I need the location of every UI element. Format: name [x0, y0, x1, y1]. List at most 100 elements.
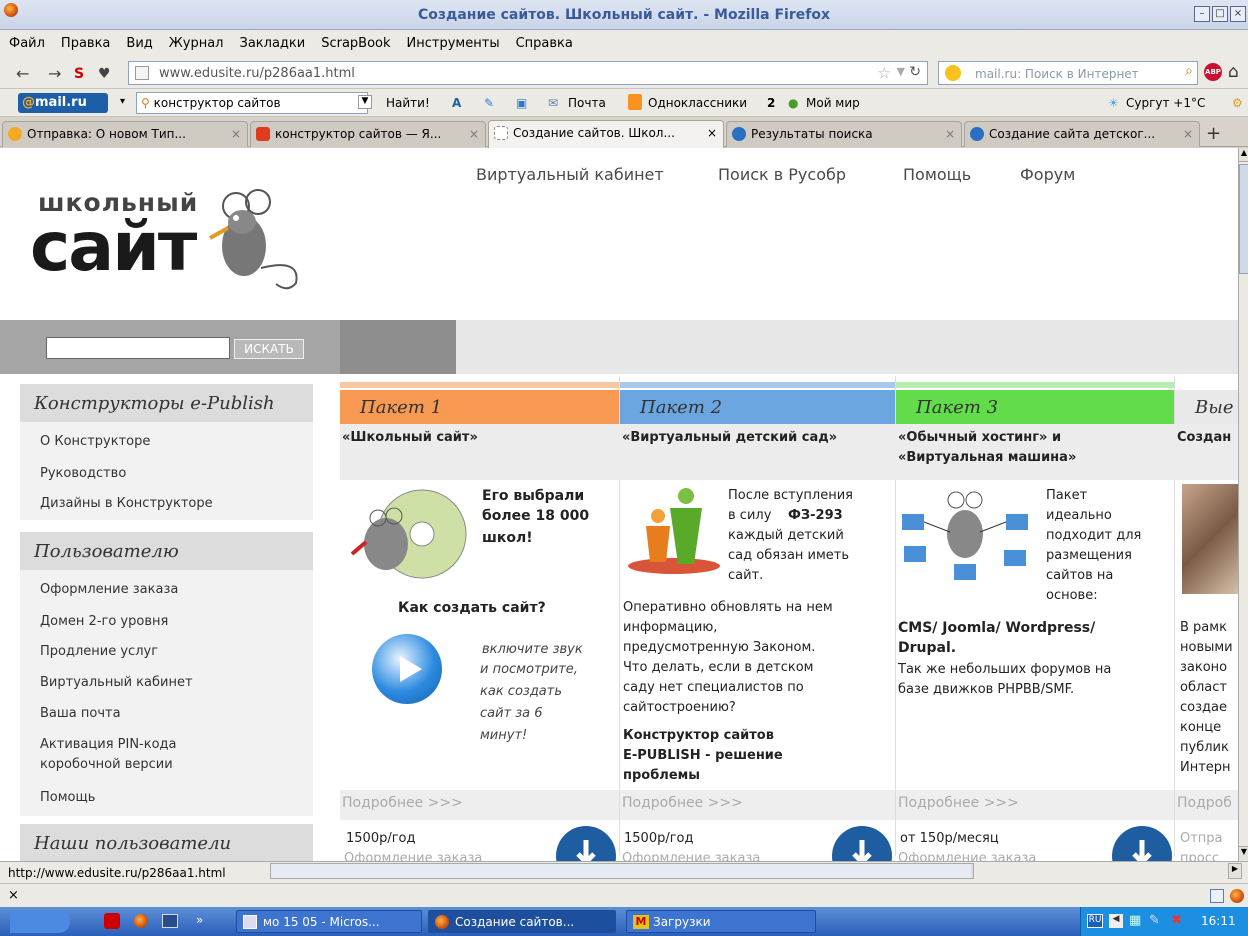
menu-tools[interactable]: Инструменты: [398, 30, 507, 51]
odnoklassniki-link[interactable]: Одноклассники: [648, 96, 747, 110]
sidebar-item-guide[interactable]: Руководство: [40, 466, 126, 481]
close-addon-bar-icon[interactable]: ×: [8, 888, 19, 903]
menu-bookmarks[interactable]: Закладки: [231, 30, 313, 51]
pkg1-order-link[interactable]: Оформление заказа: [344, 851, 482, 861]
addon-icon[interactable]: ♥: [98, 66, 111, 82]
forward-arrow-icon[interactable]: →: [48, 64, 61, 83]
tray-arrow-icon[interactable]: ◀: [1109, 914, 1123, 928]
nav-virtual-cabinet[interactable]: Виртуальный кабинет: [476, 165, 664, 184]
sidebar-item-about[interactable]: О Конструкторе: [40, 434, 150, 449]
back-arrow-icon[interactable]: ←: [16, 64, 29, 83]
vertical-scrollbar[interactable]: ▲ ▼: [1238, 148, 1248, 861]
sidebar-item-order[interactable]: Оформление заказа: [40, 582, 178, 597]
pkg2-order-link[interactable]: Оформление заказа: [622, 851, 760, 861]
pkg3-download-button[interactable]: [1112, 826, 1172, 861]
sidebar-item-designs[interactable]: Дизайны в Конструкторе: [40, 496, 213, 511]
tab-otpravka[interactable]: Отправка: О новом Тип... ×: [2, 121, 248, 147]
mailru-dropdown-icon[interactable]: ▾: [120, 96, 125, 107]
sidebar-item-domain[interactable]: Домен 2-го уровня: [40, 614, 168, 629]
tools-icon[interactable]: ✎: [1149, 913, 1160, 928]
search-icon[interactable]: ⌕: [1185, 63, 1193, 79]
mailru-mail-link[interactable]: Почта: [568, 96, 606, 110]
close-tab-icon[interactable]: ×: [469, 127, 479, 141]
search-engine-icon[interactable]: [945, 65, 961, 81]
nav-forum[interactable]: Форум: [1020, 165, 1075, 184]
menu-history[interactable]: Журнал: [160, 30, 231, 51]
pkg4-more-link[interactable]: Подроб: [1175, 790, 1238, 820]
desktop-icon[interactable]: [162, 914, 178, 928]
close-tab-icon[interactable]: ×: [707, 126, 717, 140]
video-play-button[interactable]: [372, 634, 442, 704]
close-button[interactable]: ×: [1230, 6, 1246, 22]
firefox-quicklaunch-icon[interactable]: [134, 914, 148, 928]
scroll-thumb[interactable]: [1239, 164, 1248, 274]
reload-icon[interactable]: ↻: [909, 64, 921, 80]
home-icon[interactable]: ⌂: [1228, 62, 1239, 82]
language-indicator[interactable]: RU: [1087, 914, 1103, 928]
close-tab-icon[interactable]: ×: [231, 127, 241, 141]
sidebar-item-mail[interactable]: Ваша почта: [40, 706, 121, 721]
highlight-icon[interactable]: ✎: [484, 96, 494, 110]
scroll-right-arrow-icon[interactable]: ▶: [1228, 863, 1242, 879]
addon-icon[interactable]: [1210, 889, 1224, 903]
menu-edit[interactable]: Правка: [52, 30, 117, 51]
nav-help[interactable]: Помощь: [903, 165, 971, 184]
bookmark-star-icon[interactable]: ☆: [878, 64, 891, 82]
tab-yandex[interactable]: конструктор сайтов — Я... ×: [250, 121, 486, 147]
taskbar-downloads[interactable]: M Загрузки: [626, 910, 816, 933]
tab-search-results[interactable]: Результаты поиска ×: [726, 121, 962, 147]
taskbar-word[interactable]: мо 15 05 - Micros...: [236, 910, 422, 933]
menu-file[interactable]: Файл: [0, 30, 52, 51]
pkg3-order-link[interactable]: Оформление заказа: [898, 851, 1036, 861]
start-button[interactable]: [10, 911, 70, 933]
zoom-icon[interactable]: ▣: [516, 96, 527, 110]
menu-scrapbook[interactable]: ScrapBook: [312, 30, 397, 51]
site-search-input[interactable]: [46, 337, 230, 359]
url-bar[interactable]: www.edusite.ru/p286aa1.html ☆ ▼ ↻: [128, 61, 928, 85]
sidebar-item-pin[interactable]: Активация PIN-кода: [40, 737, 177, 752]
weather-text[interactable]: Сургут +1°C: [1126, 96, 1205, 110]
close-tab-icon[interactable]: ×: [1183, 127, 1193, 141]
maximize-button[interactable]: □: [1212, 6, 1228, 22]
sidebar-item-pin-line2[interactable]: коробочной версии: [40, 757, 173, 772]
scroll-down-arrow-icon[interactable]: ▼: [1239, 846, 1248, 860]
network-icon[interactable]: ▦: [1129, 913, 1141, 928]
opera-icon[interactable]: [104, 913, 120, 929]
moimir-link[interactable]: Мой мир: [806, 96, 860, 110]
sidebar-item-help[interactable]: Помощь: [40, 790, 95, 805]
mailru-logo[interactable]: @mail.ru: [18, 93, 108, 113]
close-tab-icon[interactable]: ×: [945, 127, 955, 141]
pkg2-download-button[interactable]: [832, 826, 892, 861]
site-search-button[interactable]: ИСКАТЬ: [234, 339, 304, 359]
scrapbook-icon[interactable]: S: [74, 66, 84, 82]
new-tab-plus-icon[interactable]: +: [1206, 123, 1221, 144]
mailru-find-button[interactable]: Найти!: [386, 96, 430, 110]
sidebar-item-renewal[interactable]: Продление услуг: [40, 644, 158, 659]
menu-help[interactable]: Справка: [507, 30, 580, 51]
nav-home[interactable]: Главная: [360, 165, 429, 184]
mailru-search-input[interactable]: ⚲ конструктор сайтов: [136, 92, 368, 114]
dropdown-arrow-icon[interactable]: ▼: [897, 65, 905, 78]
mailru-input-dropdown-icon[interactable]: ▼: [358, 95, 372, 109]
search-bar[interactable]: mail.ru: Поиск в Интернет ⌕: [938, 61, 1198, 85]
scroll-up-arrow-icon[interactable]: ▲: [1239, 148, 1248, 162]
pkg1-download-button[interactable]: [556, 826, 616, 861]
horizontal-scroll-thumb[interactable]: [271, 864, 971, 878]
settings-icon[interactable]: ⚙: [1232, 96, 1243, 110]
pkg4-order-link[interactable]: просс: [1180, 851, 1219, 861]
minimize-button[interactable]: –: [1194, 6, 1210, 22]
tab-current[interactable]: Создание сайтов. Школ... ×: [488, 120, 724, 148]
taskbar-firefox[interactable]: Создание сайтов...: [428, 910, 616, 933]
pkg2-more-link[interactable]: Подробнее >>>: [620, 790, 895, 820]
horizontal-scrollbar[interactable]: [270, 863, 974, 879]
font-size-icon[interactable]: A: [452, 96, 461, 110]
adblock-icon[interactable]: ABP: [1204, 63, 1222, 81]
sidebar-item-cabinet[interactable]: Виртуальный кабинет: [40, 675, 193, 690]
pkg3-more-link[interactable]: Подробнее >>>: [896, 790, 1174, 820]
antivirus-icon[interactable]: ✖: [1171, 913, 1182, 928]
nav-rusobr-search[interactable]: Поиск в Русобр: [718, 165, 846, 184]
menu-view[interactable]: Вид: [117, 30, 159, 51]
pkg1-more-link[interactable]: Подробнее >>>: [340, 790, 619, 820]
tab-kindergarten[interactable]: Создание сайта детског... ×: [964, 121, 1200, 147]
quicklaunch-chevron-icon[interactable]: »: [196, 913, 203, 927]
